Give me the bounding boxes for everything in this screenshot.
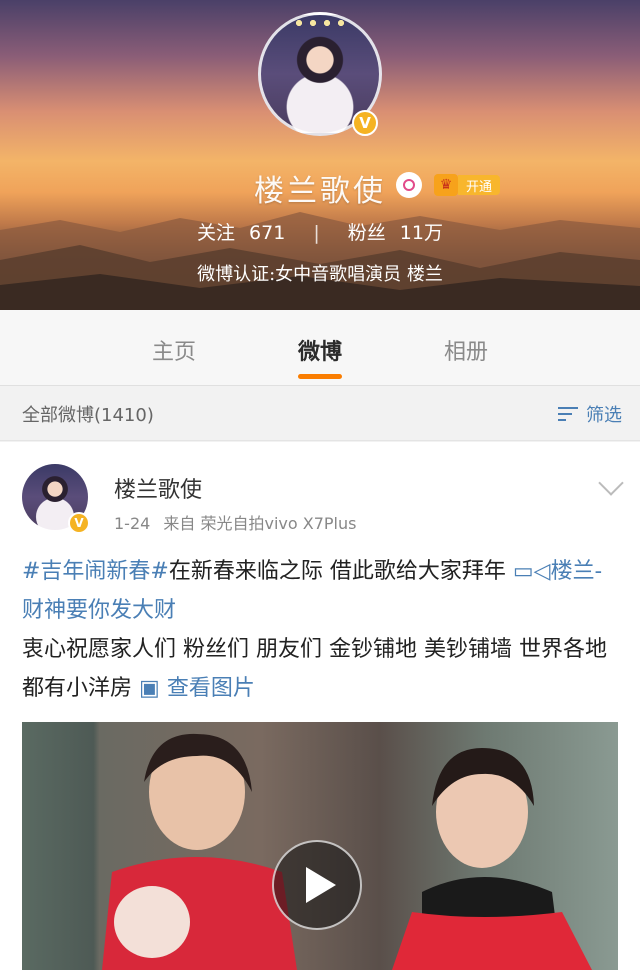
- verified-icon: V: [352, 110, 378, 136]
- post-body: #吉年闹新春#在新春来临之际 借此歌给大家拜年 ▭◁楼兰-财神要你发大财 衷心祝…: [22, 552, 622, 708]
- post-card: V 楼兰歌使 1-24 来自 荣光自拍vivo X7Plus #吉年闹新春#在新…: [0, 442, 640, 970]
- post-text-1: 在新春来临之际 借此歌给大家拜年: [168, 559, 506, 584]
- post-meta: 1-24 来自 荣光自拍vivo X7Plus: [114, 510, 356, 534]
- crown-icon: ♛: [434, 174, 458, 196]
- image-icon: ▣: [139, 676, 160, 701]
- chevron-down-icon[interactable]: [598, 470, 624, 496]
- filter-button[interactable]: 筛选: [558, 401, 622, 427]
- follow-count: 671: [249, 222, 286, 244]
- profile-cover: V 楼兰歌使 ♛ 开通 关注 671 | 粉丝 11万 微博认证:女中音歌唱演员 楼…: [0, 0, 640, 310]
- post-source: 来自 荣光自拍vivo X7Plus: [163, 514, 357, 533]
- post-text-2: 衷心祝愿家人们 粉丝们 朋友们 金钞铺地 美钞铺墙 世界各地都有小洋房: [22, 637, 607, 701]
- profile-tabs: 主页 微博 相册: [0, 310, 640, 386]
- filter-label: 筛选: [586, 404, 622, 426]
- stats-divider: |: [313, 222, 320, 244]
- vip-open-label: 开通: [458, 175, 501, 195]
- view-pics-link[interactable]: ▣ 查看图片: [139, 676, 255, 701]
- post-time: 1-24: [114, 514, 151, 533]
- tab-album[interactable]: 相册: [393, 310, 539, 385]
- all-weibo-label[interactable]: 全部微博(1410): [22, 401, 154, 427]
- fans-label: 粉丝: [347, 222, 386, 244]
- person-right-illustration: [392, 748, 592, 970]
- play-button[interactable]: [272, 840, 362, 930]
- flower-crown-decoration: [292, 16, 348, 32]
- filter-bar: 全部微博(1410) 筛选: [0, 387, 640, 441]
- certification-text: 微博认证:女中音歌唱演员 楼兰: [197, 264, 443, 285]
- fans-count: 11万: [399, 222, 443, 244]
- follow-label: 关注: [197, 222, 236, 244]
- verified-icon: V: [68, 512, 90, 534]
- post-author[interactable]: 楼兰歌使: [114, 472, 202, 504]
- fans-stat[interactable]: 粉丝 11万: [348, 222, 443, 244]
- tab-weibo[interactable]: 微博: [247, 310, 393, 385]
- vip-open-button[interactable]: ♛ 开通: [434, 174, 501, 196]
- view-pics-label: 查看图片: [166, 676, 255, 701]
- filter-icon: [558, 405, 580, 423]
- video-icon: ▭◁: [512, 559, 551, 584]
- hashtag-link[interactable]: #吉年闹新春#: [22, 559, 169, 584]
- person-left-illustration: [102, 733, 297, 970]
- search-icon[interactable]: [396, 172, 422, 198]
- profile-name: 楼兰歌使: [254, 174, 386, 209]
- profile-stats: 关注 671 | 粉丝 11万: [0, 218, 640, 245]
- video-thumbnail[interactable]: [22, 722, 618, 970]
- follow-stat[interactable]: 关注 671: [197, 222, 285, 244]
- tab-home[interactable]: 主页: [101, 310, 247, 385]
- play-icon: [306, 867, 336, 903]
